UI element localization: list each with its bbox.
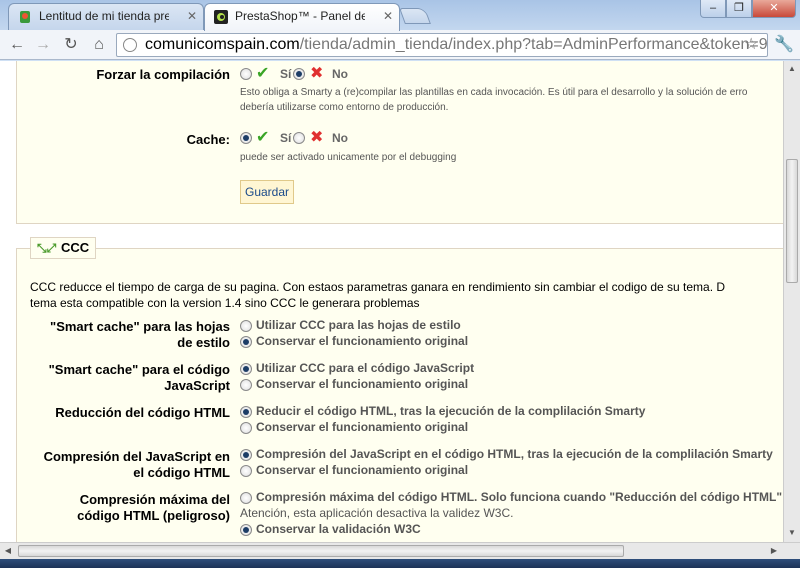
max-html-compression-keep-label: Conservar la validación W3C [256,522,421,536]
horizontal-scrollbar[interactable]: ◀ ▶ [0,542,800,559]
os-taskbar [0,559,800,568]
ccc-description-line1: CCC reducce el tiempo de carga de su pag… [30,280,726,294]
tab-title: PrestaShop™ - Panel de adr [235,9,365,23]
new-tab-button[interactable] [399,8,431,24]
tab-title: Lentitud de mi tienda presta [39,9,169,23]
home-icon[interactable]: ⌂ [88,34,110,56]
bookmark-star-icon[interactable]: ☆ [744,34,758,54]
force-compile-yes-radio[interactable] [240,68,252,80]
forum-favicon-icon [20,11,30,23]
cache-yes-label: Sí [280,131,292,145]
max-html-compression-use-radio[interactable] [240,492,252,504]
max-html-compression-label: Compresión máxima del código HTML (pelig… [77,492,230,523]
smart-cache-js-keep-label: Conservar el funcionamiento original [256,377,469,391]
smart-cache-js-use-label: Utilizar CCC para el código JavaScript [256,361,475,375]
window-controls: – ❐ ✕ [700,0,796,20]
max-html-compression-use-label: Compresión máxima del código HTML. Solo … [256,490,783,504]
browser-titlebar: Lentitud de mi tienda presta ✕ PrestaSho… [0,0,800,31]
scroll-up-arrow-icon[interactable]: ▲ [784,61,800,77]
ccc-legend-text: CCC [61,240,90,255]
reload-icon[interactable]: ↻ [60,34,82,56]
js-compression-use-radio[interactable] [240,449,252,461]
max-html-compression-keep-radio[interactable] [240,524,252,536]
scroll-left-arrow-icon[interactable]: ◀ [0,543,16,559]
force-compile-label: Forzar la compilación [96,67,230,82]
cross-icon: ✖ [310,65,324,82]
save-button[interactable]: Guardar [240,180,295,204]
smart-cache-js-use-radio[interactable] [240,363,252,375]
tab-prestashop[interactable]: PrestaShop™ - Panel de adr ✕ [204,3,400,31]
vertical-scroll-thumb[interactable] [786,159,798,283]
smart-cache-css-label: "Smart cache" para las hojas de estilo [50,319,230,350]
smart-cache-css-keep-radio[interactable] [240,336,252,348]
html-reduction-use-radio[interactable] [240,406,252,418]
horizontal-scroll-thumb[interactable] [18,545,624,557]
cache-yes-radio[interactable] [240,132,252,144]
scroll-right-arrow-icon[interactable]: ▶ [766,543,782,559]
cache-no-label: No [332,131,348,145]
page-viewport: Forzar la compilación ✔ Sí ✖ No Esto obl… [0,61,783,542]
html-reduction-use-label: Reducir el código HTML, tras la ejecució… [256,404,646,418]
html-reduction-label: Reducción del código HTML [55,405,230,420]
minimize-button[interactable]: – [700,0,726,18]
force-compile-hint-2: debería utilizarse como entorno de produ… [240,102,449,113]
vertical-scrollbar[interactable]: ▲ ▼ [783,61,800,542]
tab-lentitud[interactable]: Lentitud de mi tienda presta ✕ [8,3,204,30]
back-arrow-icon[interactable]: ← [6,34,28,56]
forward-arrow-icon[interactable]: → [32,34,54,56]
smart-cache-js-keep-radio[interactable] [240,379,252,391]
ccc-description-line2: tema esta compatible con la version 1.4 … [30,296,420,310]
tab-close-icon[interactable]: ✕ [383,4,393,29]
check-icon: ✔ [256,129,270,146]
cross-icon: ✖ [310,129,324,146]
force-compile-no-label: No [332,67,348,81]
smart-cache-css-use-label: Utilizar CCC para las hojas de estilo [256,318,461,332]
restore-button[interactable]: ❐ [726,0,752,18]
smart-cache-js-label: "Smart cache" para el código JavaScript [48,362,230,393]
browser-toolbar: ← → ↻ ⌂ comunicomspain.com/tienda/admin_… [0,30,800,60]
html-reduction-keep-label: Conservar el funcionamiento original [256,420,469,434]
cache-label: Cache: [186,132,230,147]
address-bar[interactable]: comunicomspain.com/tienda/admin_tienda/i… [116,33,768,57]
js-compression-keep-label: Conservar el funcionamiento original [256,463,469,477]
close-window-button[interactable]: ✕ [752,0,796,18]
wrench-menu-icon[interactable]: 🔧 [774,34,794,54]
url-path: /tienda/admin_tienda/index.php?tab=Admin… [299,36,768,53]
scroll-down-arrow-icon[interactable]: ▼ [784,525,800,541]
smart-cache-css-use-radio[interactable] [240,320,252,332]
smart-cache-css-keep-label: Conservar el funcionamiento original [256,334,469,348]
force-compile-no-radio[interactable] [293,68,305,80]
check-icon: ✔ [256,65,270,82]
cache-no-radio[interactable] [293,132,305,144]
tab-close-icon[interactable]: ✕ [187,4,197,29]
js-compression-label: Compresión del JavaScript en el código H… [43,449,230,480]
url-domain: comunicomspain.com [145,36,300,53]
force-compile-yes-label: Sí [280,67,292,81]
js-compression-use-label: Compresión del JavaScript en el código H… [256,447,773,461]
compress-arrows-icon: ⤡⤢ [37,241,57,255]
max-html-compression-warning: Atención, esta aplicación desactiva la v… [240,506,514,520]
html-reduction-keep-radio[interactable] [240,422,252,434]
ccc-legend: ⤡⤢ CCC [30,237,97,259]
cache-hint: puede ser activado unicamente por el deb… [240,152,457,163]
force-compile-hint: Esto obliga a Smarty a (re)compilar las … [240,87,748,98]
prestashop-favicon-icon [214,10,228,24]
ccc-description: CCC reducce el tiempo de carga de su pag… [30,279,783,311]
js-compression-keep-radio[interactable] [240,465,252,477]
page-icon [123,38,137,52]
